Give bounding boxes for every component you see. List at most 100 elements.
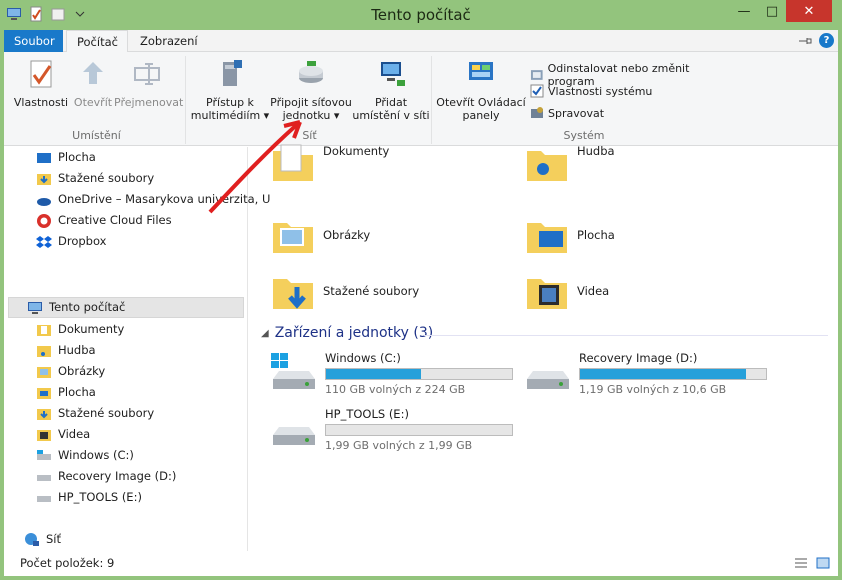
nav-item-drive-d[interactable]: Recovery Image (D:): [36, 466, 176, 487]
music-folder-icon: [527, 151, 567, 181]
group-system: Otevřít Ovládací panely Odinstalovat neb…: [434, 56, 734, 144]
creative-cloud-icon: [37, 213, 51, 228]
drive-icon: [37, 474, 51, 481]
nav-item-drive-c[interactable]: Windows (C:): [36, 445, 134, 466]
desktop-folder-icon: [37, 387, 51, 399]
nav-item-desktop[interactable]: Plocha: [36, 147, 96, 168]
view-buttons: [794, 557, 830, 569]
videos-folder-icon: [527, 279, 567, 309]
nav-item-network[interactable]: Síť: [24, 529, 61, 550]
folder-pictures[interactable]: Obrázky: [271, 213, 370, 257]
nav-item-desktop-2[interactable]: Plocha: [36, 382, 96, 403]
pin-ribbon-icon[interactable]: [797, 35, 813, 47]
nav-item-creative-cloud[interactable]: Creative Cloud Files: [36, 210, 172, 231]
manage-button[interactable]: Spravovat: [530, 106, 604, 120]
onedrive-cloud-icon: [37, 197, 51, 206]
nav-item-this-pc[interactable]: Tento počítač: [8, 297, 244, 318]
properties-check-icon: [30, 60, 52, 88]
control-panel-icon: [469, 62, 493, 80]
nav-label: HP_TOOLS (E:): [58, 490, 142, 504]
system-properties-button[interactable]: Vlastnosti systému: [530, 84, 652, 98]
nav-item-drive-e[interactable]: HP_TOOLS (E:): [36, 487, 142, 508]
control-panel-button[interactable]: Otevřít Ovládací panely: [436, 58, 526, 122]
nav-item-pictures[interactable]: Obrázky: [36, 361, 105, 382]
nav-label: Windows (C:): [58, 448, 134, 462]
tab-view[interactable]: Zobrazení: [130, 30, 204, 52]
media-label-1: Přístup k: [206, 96, 254, 109]
map-label-1: Připojit síťovou: [270, 96, 352, 109]
minimize-button[interactable]: —: [730, 0, 758, 22]
properties-label: Vlastnosti: [13, 96, 69, 109]
open-label: Otevřít: [73, 96, 113, 109]
nav-item-dropbox[interactable]: Dropbox: [36, 231, 106, 252]
devices-section-header[interactable]: ◢ Zařízení a jednotky (3): [261, 325, 433, 341]
close-button[interactable]: ✕: [786, 0, 832, 22]
rename-label: Přejmenovat: [114, 96, 184, 109]
folder-desktop[interactable]: Plocha: [525, 213, 615, 257]
nav-label: Plocha: [58, 385, 96, 399]
window-controls: — □ ✕: [730, 0, 832, 22]
media-server-icon: [223, 60, 242, 86]
title-bar: Tento počítač — □ ✕: [0, 0, 842, 30]
nav-item-downloads[interactable]: Stažené soubory: [36, 168, 154, 189]
nav-label: Síť: [46, 532, 62, 546]
folder-music[interactable]: Hudba: [525, 141, 615, 185]
content-pane: Dokumenty Hudba Obrázky Plocha Stažené s…: [249, 144, 838, 551]
drive-free-space: 1,19 GB volných z 10,6 GB: [579, 383, 727, 396]
rename-button[interactable]: Přejmenovat: [114, 58, 184, 109]
folder-label: Plocha: [577, 228, 615, 242]
add-label-2: umístění v síti: [352, 109, 430, 122]
ribbon-right-controls: ?: [797, 33, 834, 48]
nav-item-documents[interactable]: Dokumenty: [36, 319, 124, 340]
downloads-folder-icon: [273, 279, 313, 309]
tab-computer[interactable]: Počítač: [66, 30, 128, 53]
devices-heading: Zařízení a jednotky (3): [274, 325, 434, 341]
folder-downloads[interactable]: Stažené soubory: [271, 269, 419, 313]
large-icons-view-icon[interactable]: [816, 557, 830, 569]
nav-item-videos[interactable]: Videa: [36, 424, 90, 445]
drive-icon: [37, 495, 51, 502]
nav-item-onedrive[interactable]: OneDrive – Masarykova univerzita, U: [36, 189, 270, 210]
nav-label: Recovery Image (D:): [58, 469, 177, 483]
maximize-button[interactable]: □: [758, 0, 786, 22]
nav-label: Creative Cloud Files: [58, 213, 172, 227]
music-folder-icon: [37, 345, 51, 357]
properties-button[interactable]: Vlastnosti: [12, 58, 70, 109]
control-label-2: panely: [462, 109, 500, 122]
media-access-button[interactable]: Přístup k multimédiím ▾: [190, 58, 270, 122]
drive-e[interactable]: HP_TOOLS (E:) 1,99 GB volných z 1,99 GB: [269, 407, 513, 452]
downloads-folder-icon: [37, 408, 51, 420]
group-location: Vlastnosti Otevřít Přejmenovat Umístění: [8, 56, 186, 144]
folder-videos[interactable]: Videa: [525, 269, 609, 313]
explorer-window: Soubor Počítač Zobrazení ? Vlastnosti Ot…: [4, 30, 838, 576]
downloads-folder-icon: [37, 173, 51, 185]
nav-label: Dokumenty: [58, 322, 125, 336]
control-label-1: Otevřít Ovládací: [436, 96, 526, 109]
ribbon-tabs: Soubor Počítač Zobrazení ?: [4, 30, 838, 53]
map-network-drive-button[interactable]: Připojit síťovou jednotku ▾: [270, 58, 352, 122]
help-icon[interactable]: ?: [819, 33, 834, 48]
folder-label: Obrázky: [323, 228, 371, 242]
nav-label: Stažené soubory: [58, 406, 155, 420]
drive-free-space: 1,99 GB volných z 1,99 GB: [325, 439, 473, 452]
drive-c[interactable]: Windows (C:) 110 GB volných z 224 GB: [269, 351, 513, 396]
tab-file[interactable]: Soubor: [4, 30, 63, 52]
drive-name: HP_TOOLS (E:): [325, 407, 409, 421]
nav-label: Hudba: [58, 343, 96, 357]
nav-item-downloads-2[interactable]: Stažené soubory: [36, 403, 154, 424]
folder-label: Stažené soubory: [323, 284, 420, 298]
rename-icon: [134, 63, 160, 85]
desktop-icon: [37, 152, 51, 163]
folder-documents[interactable]: Dokumenty: [271, 141, 389, 185]
videos-folder-icon: [37, 429, 51, 441]
desktop-folder-icon: [527, 223, 567, 253]
drive-d[interactable]: Recovery Image (D:) 1,19 GB volných z 10…: [523, 351, 767, 396]
nav-label: Stažené soubory: [58, 171, 155, 185]
nav-label: Videa: [58, 427, 91, 441]
add-network-location-button[interactable]: Přidat umístění v síti: [352, 58, 430, 122]
open-button[interactable]: Otevřít: [70, 58, 116, 109]
windows-drive-icon: [37, 449, 51, 460]
nav-item-music[interactable]: Hudba: [36, 340, 96, 361]
details-view-icon[interactable]: [794, 557, 808, 569]
drive-free-space: 110 GB volných z 224 GB: [325, 383, 466, 396]
